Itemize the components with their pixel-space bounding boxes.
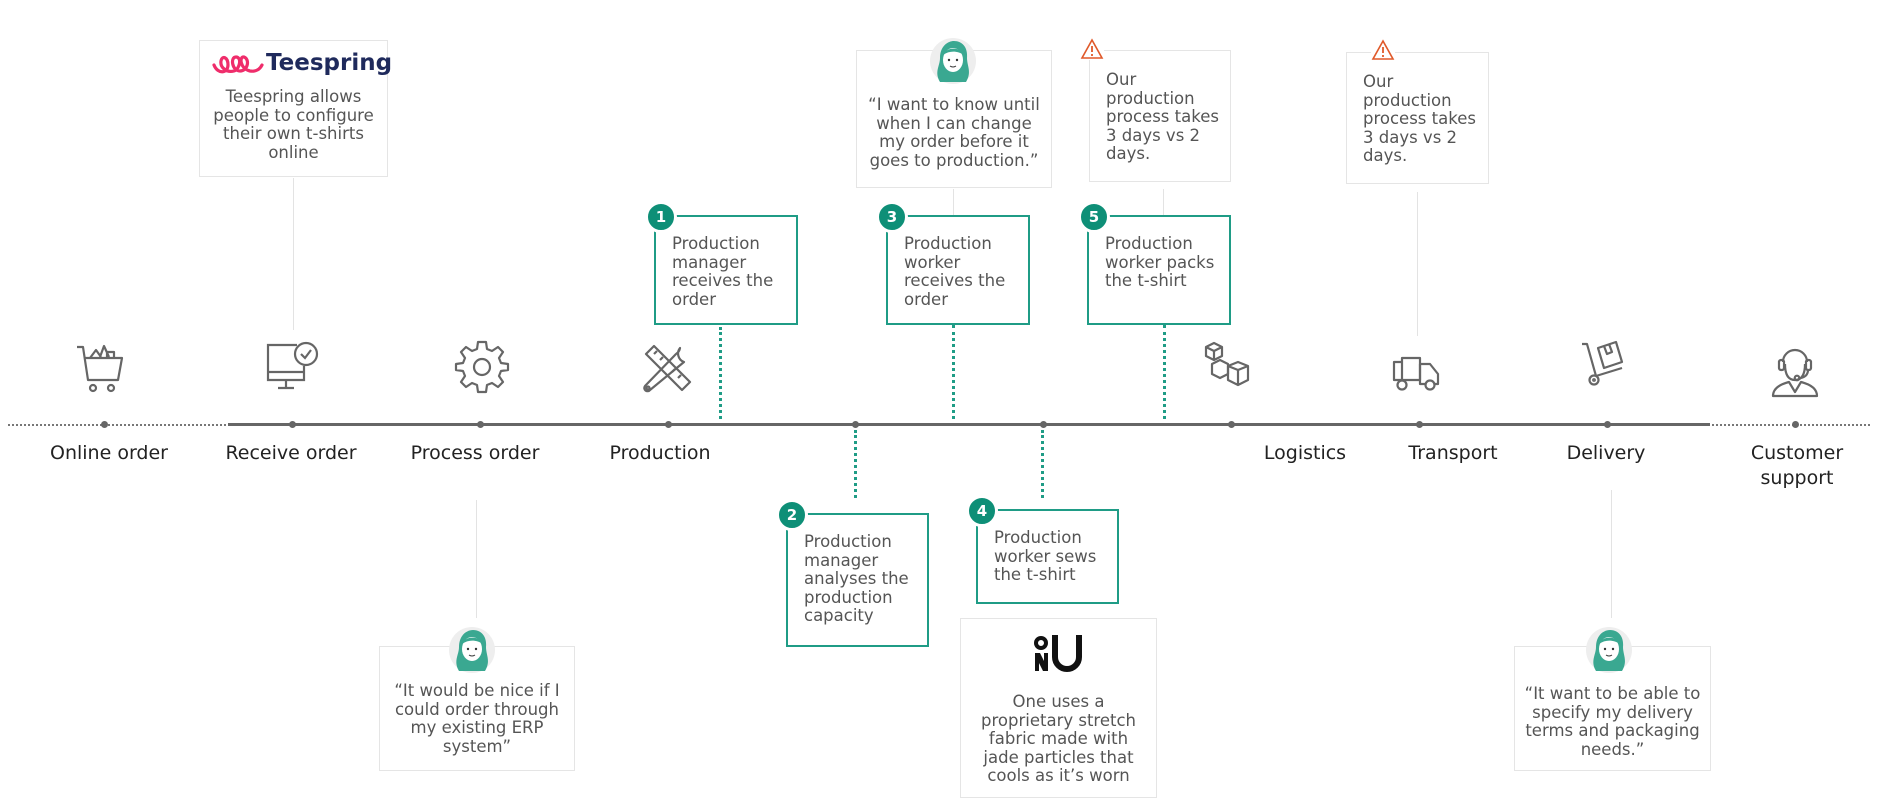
step-number-badge: 3 xyxy=(876,201,908,233)
onu-logo xyxy=(1031,631,1091,677)
teespring-card: Teespring Teespring allows people to con… xyxy=(199,40,392,177)
axis-node xyxy=(477,421,484,428)
connector-line xyxy=(1417,192,1418,336)
quote-text: “I want to know until when I can change … xyxy=(868,95,1040,170)
onu-brand-card: One uses a proprietary stretch fabric ma… xyxy=(960,618,1157,798)
connector-line xyxy=(953,189,954,215)
axis-node xyxy=(101,421,108,428)
step-text: Production worker packs the t-shirt xyxy=(1105,234,1215,290)
tools-icon xyxy=(640,340,696,396)
hand-truck-icon xyxy=(1578,336,1634,392)
stage-label-customer-support: Customer support xyxy=(1750,442,1844,489)
stage-label-logistics: Logistics xyxy=(1263,442,1347,464)
shopping-cart-icon xyxy=(74,340,130,396)
quote-text: “It would be nice if I could order throu… xyxy=(394,681,560,756)
step-number-badge: 2 xyxy=(776,499,808,531)
step-text: Production manager receives the order xyxy=(672,234,774,309)
axis-node xyxy=(1792,421,1799,428)
connector-line xyxy=(1611,490,1612,618)
customer-avatar-icon xyxy=(930,38,976,84)
step-number-badge: 4 xyxy=(966,495,998,527)
step-number-badge: 5 xyxy=(1078,201,1110,233)
warning-card-production-time: Our production process takes 3 days vs 2… xyxy=(1089,50,1231,182)
stage-label-process-order: Process order xyxy=(410,442,540,464)
customer-avatar-icon xyxy=(1586,627,1632,673)
axis-dotted-start xyxy=(8,424,226,426)
step-text: Production manager analyses the producti… xyxy=(804,532,909,625)
axis-node xyxy=(1416,421,1423,428)
step-text: Production worker sews the t-shirt xyxy=(994,528,1097,584)
headset-agent-icon xyxy=(1767,342,1823,398)
customer-avatar-icon xyxy=(449,627,495,673)
stage-label-transport: Transport xyxy=(1408,442,1498,464)
warning-icon xyxy=(1080,38,1104,60)
teespring-brand-name: Teespring xyxy=(266,50,393,76)
warning-icon xyxy=(1371,39,1395,61)
gear-icon xyxy=(454,338,510,394)
warning-card-production-time-2: Our production process takes 3 days vs 2… xyxy=(1346,52,1489,184)
step-connector-dotted xyxy=(1163,325,1166,419)
connector-line xyxy=(293,178,294,330)
step-box-4: Production worker sews the t-shirt xyxy=(976,509,1119,604)
step-connector-dotted xyxy=(1041,430,1044,498)
step-box-2: Production manager analyses the producti… xyxy=(786,513,929,647)
monitor-check-icon xyxy=(264,338,320,394)
stage-label-receive-order: Receive order xyxy=(225,442,357,464)
axis-node xyxy=(852,421,859,428)
onu-description: One uses a proprietary stretch fabric ma… xyxy=(981,692,1136,785)
connector-line xyxy=(1163,189,1164,215)
axis-node xyxy=(665,421,672,428)
step-box-5: Production worker packs the t-shirt xyxy=(1087,215,1231,325)
truck-icon xyxy=(1390,340,1446,396)
axis-node xyxy=(1040,421,1047,428)
teespring-logo: Teespring xyxy=(212,49,392,79)
step-number-badge: 1 xyxy=(645,201,677,233)
boxes-icon xyxy=(1200,338,1256,394)
axis-dotted-end xyxy=(1712,424,1870,426)
step-box-1: Production manager receives the order xyxy=(654,215,798,325)
warning-text: Our production process takes 3 days vs 2… xyxy=(1106,70,1219,163)
teespring-description: Teespring allows people to configure the… xyxy=(213,87,374,162)
step-text: Production worker receives the order xyxy=(904,234,1006,309)
stage-label-production: Production xyxy=(609,442,711,464)
step-box-3: Production worker receives the order xyxy=(886,215,1030,325)
connector-line xyxy=(476,500,477,618)
quote-text: “It want to be able to specify my delive… xyxy=(1524,684,1701,759)
axis-solid xyxy=(228,423,1710,426)
axis-node xyxy=(1228,421,1235,428)
axis-node xyxy=(1604,421,1611,428)
step-connector-dotted xyxy=(719,327,722,419)
warning-text: Our production process takes 3 days vs 2… xyxy=(1363,72,1476,165)
stage-label-delivery: Delivery xyxy=(1566,442,1646,464)
step-connector-dotted xyxy=(952,325,955,419)
stage-label-online-order: Online order xyxy=(50,442,168,464)
axis-node xyxy=(289,421,296,428)
step-connector-dotted xyxy=(854,430,857,498)
